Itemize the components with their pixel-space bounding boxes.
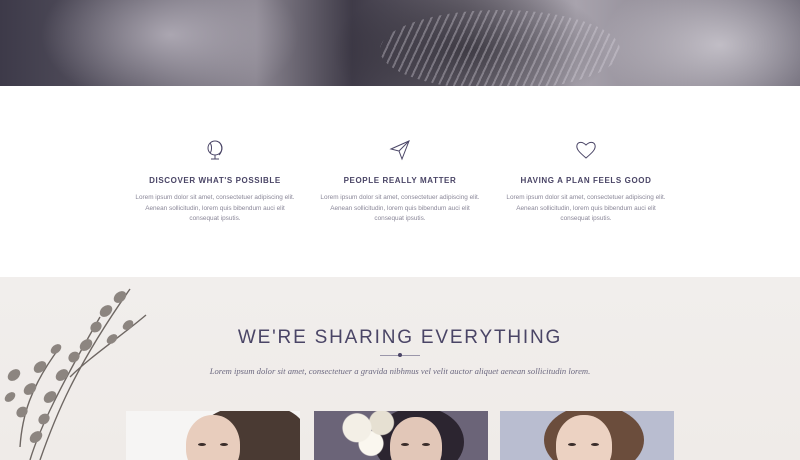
portrait-card[interactable] xyxy=(314,411,488,460)
hero-light xyxy=(600,0,800,86)
paper-plane-icon xyxy=(389,140,410,161)
portrait-eye xyxy=(198,443,206,446)
features-section: DISCOVER WHAT'S POSSIBLE Lorem ipsum dol… xyxy=(0,86,800,277)
portrait-eye xyxy=(591,443,599,446)
hero-hair-texture xyxy=(380,10,620,86)
feature-people: PEOPLE REALLY MATTER Lorem ipsum dolor s… xyxy=(315,138,485,225)
portrait-eye xyxy=(568,443,576,446)
feature-text: Lorem ipsum dolor sit amet, consectetuer… xyxy=(320,194,480,222)
hero-image xyxy=(0,0,800,86)
feature-title: DISCOVER WHAT'S POSSIBLE xyxy=(149,176,281,185)
globe-icon xyxy=(207,140,223,160)
title-divider xyxy=(380,353,420,357)
feature-text: Lorem ipsum dolor sit amet, consectetuer… xyxy=(506,194,666,222)
divider-dot xyxy=(398,353,402,357)
hero-highlight xyxy=(40,0,300,86)
portrait-eye xyxy=(220,443,228,446)
feature-title: HAVING A PLAN FEELS GOOD xyxy=(520,176,652,185)
section-title: WE'RE SHARING EVERYTHING xyxy=(237,327,563,348)
feature-plan: HAVING A PLAN FEELS GOOD Lorem ipsum dol… xyxy=(501,138,671,225)
feature-title: PEOPLE REALLY MATTER xyxy=(343,176,457,185)
portrait-card[interactable] xyxy=(500,411,674,460)
portrait-eye xyxy=(422,443,430,446)
portrait-card[interactable] xyxy=(126,411,300,460)
feature-text: Lorem ipsum dolor sit amet, consectetuer… xyxy=(135,194,295,222)
feature-discover: DISCOVER WHAT'S POSSIBLE Lorem ipsum dol… xyxy=(130,138,300,225)
sharing-section: WE'RE SHARING EVERYTHING Lorem ipsum dol… xyxy=(0,277,800,460)
heart-icon xyxy=(576,141,596,159)
portrait-eye xyxy=(401,443,409,446)
section-subtitle: Lorem ipsum dolor sit amet, consectetuer… xyxy=(209,366,591,376)
